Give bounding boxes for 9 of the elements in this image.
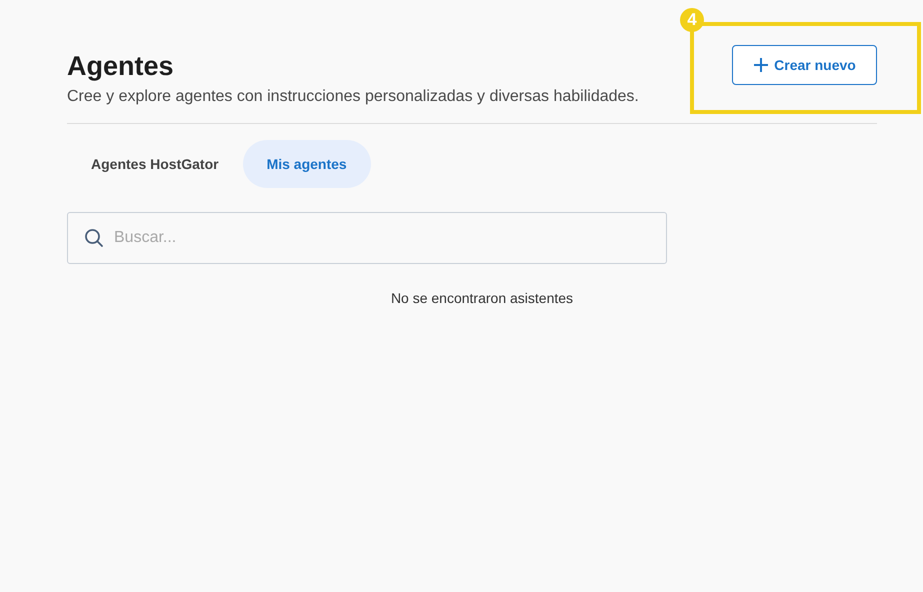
search-field[interactable]: Buscar... <box>67 212 667 264</box>
plus-icon <box>753 57 770 73</box>
create-new-button[interactable]: Crear nuevo <box>732 45 877 85</box>
tab[interactable]: Agentes HostGator <box>67 140 243 188</box>
page-subtitle: Cree y explore agentes con instrucciones personalizadas y diversas habilidades. <box>67 87 639 107</box>
empty-message: No se encontraron asistentes <box>390 290 574 306</box>
page-title: Agentes <box>67 51 175 81</box>
tab[interactable]: Mis agentes <box>242 140 371 188</box>
step-badge: 4 <box>680 8 704 32</box>
